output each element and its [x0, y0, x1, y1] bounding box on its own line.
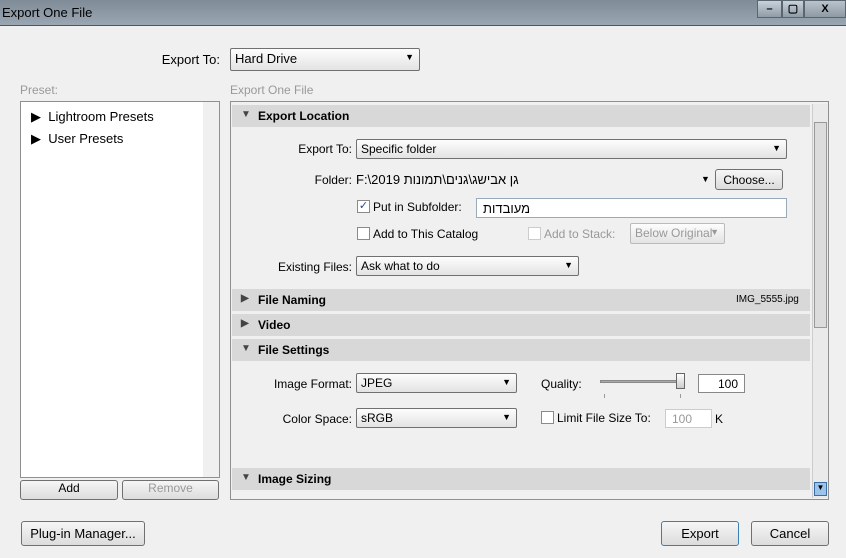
folder-dropdown-icon[interactable]: ▼: [701, 174, 710, 184]
folder-label: Folder:: [314, 173, 352, 187]
add-to-catalog-checkbox[interactable]: [357, 227, 370, 240]
expanded-icon: ▼: [241, 472, 251, 483]
color-space-label: Color Space:: [282, 412, 352, 426]
color-space-select[interactable]: sRGB: [356, 408, 517, 428]
settings-scrollbar[interactable]: ▼: [812, 104, 828, 498]
preset-list: ▶ Lightroom Presets ▶ User Presets: [20, 101, 220, 478]
quality-slider-thumb[interactable]: [676, 373, 685, 389]
slider-tick: [680, 394, 681, 398]
section-image-sizing[interactable]: ▼ Image Sizing: [232, 468, 810, 490]
section-title: File Settings: [258, 343, 330, 357]
scroll-down-icon[interactable]: ▼: [814, 482, 827, 496]
preset-item-user[interactable]: ▶ User Presets: [31, 131, 123, 147]
preset-item-lightroom[interactable]: ▶ Lightroom Presets: [31, 109, 154, 125]
close-button[interactable]: X: [804, 0, 846, 18]
section-video[interactable]: ▶ Video: [232, 314, 810, 336]
quality-input[interactable]: 100: [698, 374, 745, 393]
collapsed-icon: ▶: [241, 318, 249, 329]
cancel-button[interactable]: Cancel: [751, 521, 829, 546]
folder-path: F:\2019 גן אבישג\גנים\תמונות: [356, 172, 519, 187]
window-title: Export One File: [2, 5, 93, 20]
section-title: File Naming: [258, 293, 327, 307]
expanded-icon: ▼: [241, 343, 251, 354]
main-header: Export One File: [230, 83, 314, 97]
subfolder-value: מעובדות: [483, 201, 531, 216]
put-in-subfolder-checkbox[interactable]: ✓: [357, 200, 370, 213]
export-button[interactable]: Export: [661, 521, 739, 546]
limit-file-size-input[interactable]: 100: [665, 409, 712, 428]
export-to-label: Export To:: [161, 52, 220, 67]
section-export-location[interactable]: ▼ Export Location: [232, 105, 810, 127]
plugin-manager-button[interactable]: Plug-in Manager...: [21, 521, 145, 546]
image-format-select[interactable]: JPEG: [356, 373, 517, 393]
preset-header: Preset:: [20, 83, 59, 97]
section-title: Image Sizing: [258, 472, 332, 486]
collapsed-icon: ▶: [241, 293, 249, 304]
preset-scrollbar[interactable]: [203, 102, 219, 477]
slider-tick: [604, 394, 605, 398]
export-location-select[interactable]: Specific folder: [356, 139, 787, 159]
section-title: Video: [258, 318, 291, 332]
existing-files-label: Existing Files:: [277, 260, 352, 274]
put-in-subfolder-label: Put in Subfolder:: [373, 200, 462, 214]
section-file-settings[interactable]: ▼ File Settings: [232, 339, 810, 361]
section-title: Export Location: [258, 109, 350, 123]
expanded-icon: ▼: [241, 109, 251, 120]
minimize-button[interactable]: –: [757, 0, 782, 18]
scroll-thumb[interactable]: [814, 122, 827, 328]
export-location-label: Export To:: [298, 142, 352, 156]
preset-label: Lightroom Presets: [48, 109, 154, 124]
export-to-select[interactable]: Hard Drive: [230, 48, 420, 71]
image-format-label: Image Format:: [273, 377, 352, 391]
add-to-stack-checkbox[interactable]: [528, 227, 541, 240]
choose-button[interactable]: Choose...: [715, 169, 783, 190]
title-bar: [0, 0, 846, 26]
add-to-stack-label: Add to Stack:: [544, 227, 616, 241]
existing-files-select[interactable]: Ask what to do: [356, 256, 579, 276]
limit-file-size-checkbox[interactable]: [541, 411, 554, 424]
remove-preset-button[interactable]: Remove: [122, 480, 219, 500]
limit-unit: K: [715, 412, 724, 426]
stack-position-select[interactable]: Below Original: [630, 223, 725, 244]
preset-label: User Presets: [48, 131, 124, 146]
section-file-naming[interactable]: ▶ File Naming: [232, 289, 810, 311]
quality-slider-track[interactable]: [600, 380, 684, 383]
add-to-catalog-label: Add to This Catalog: [373, 227, 479, 241]
quality-label: Quality:: [541, 377, 582, 391]
limit-file-size-label: Limit File Size To:: [557, 411, 651, 425]
add-preset-button[interactable]: Add: [20, 480, 118, 500]
maximize-button[interactable]: ▢: [782, 0, 804, 18]
file-naming-preview: IMG_5555.jpg: [736, 294, 799, 305]
subfolder-input[interactable]: מעובדות: [476, 198, 787, 218]
